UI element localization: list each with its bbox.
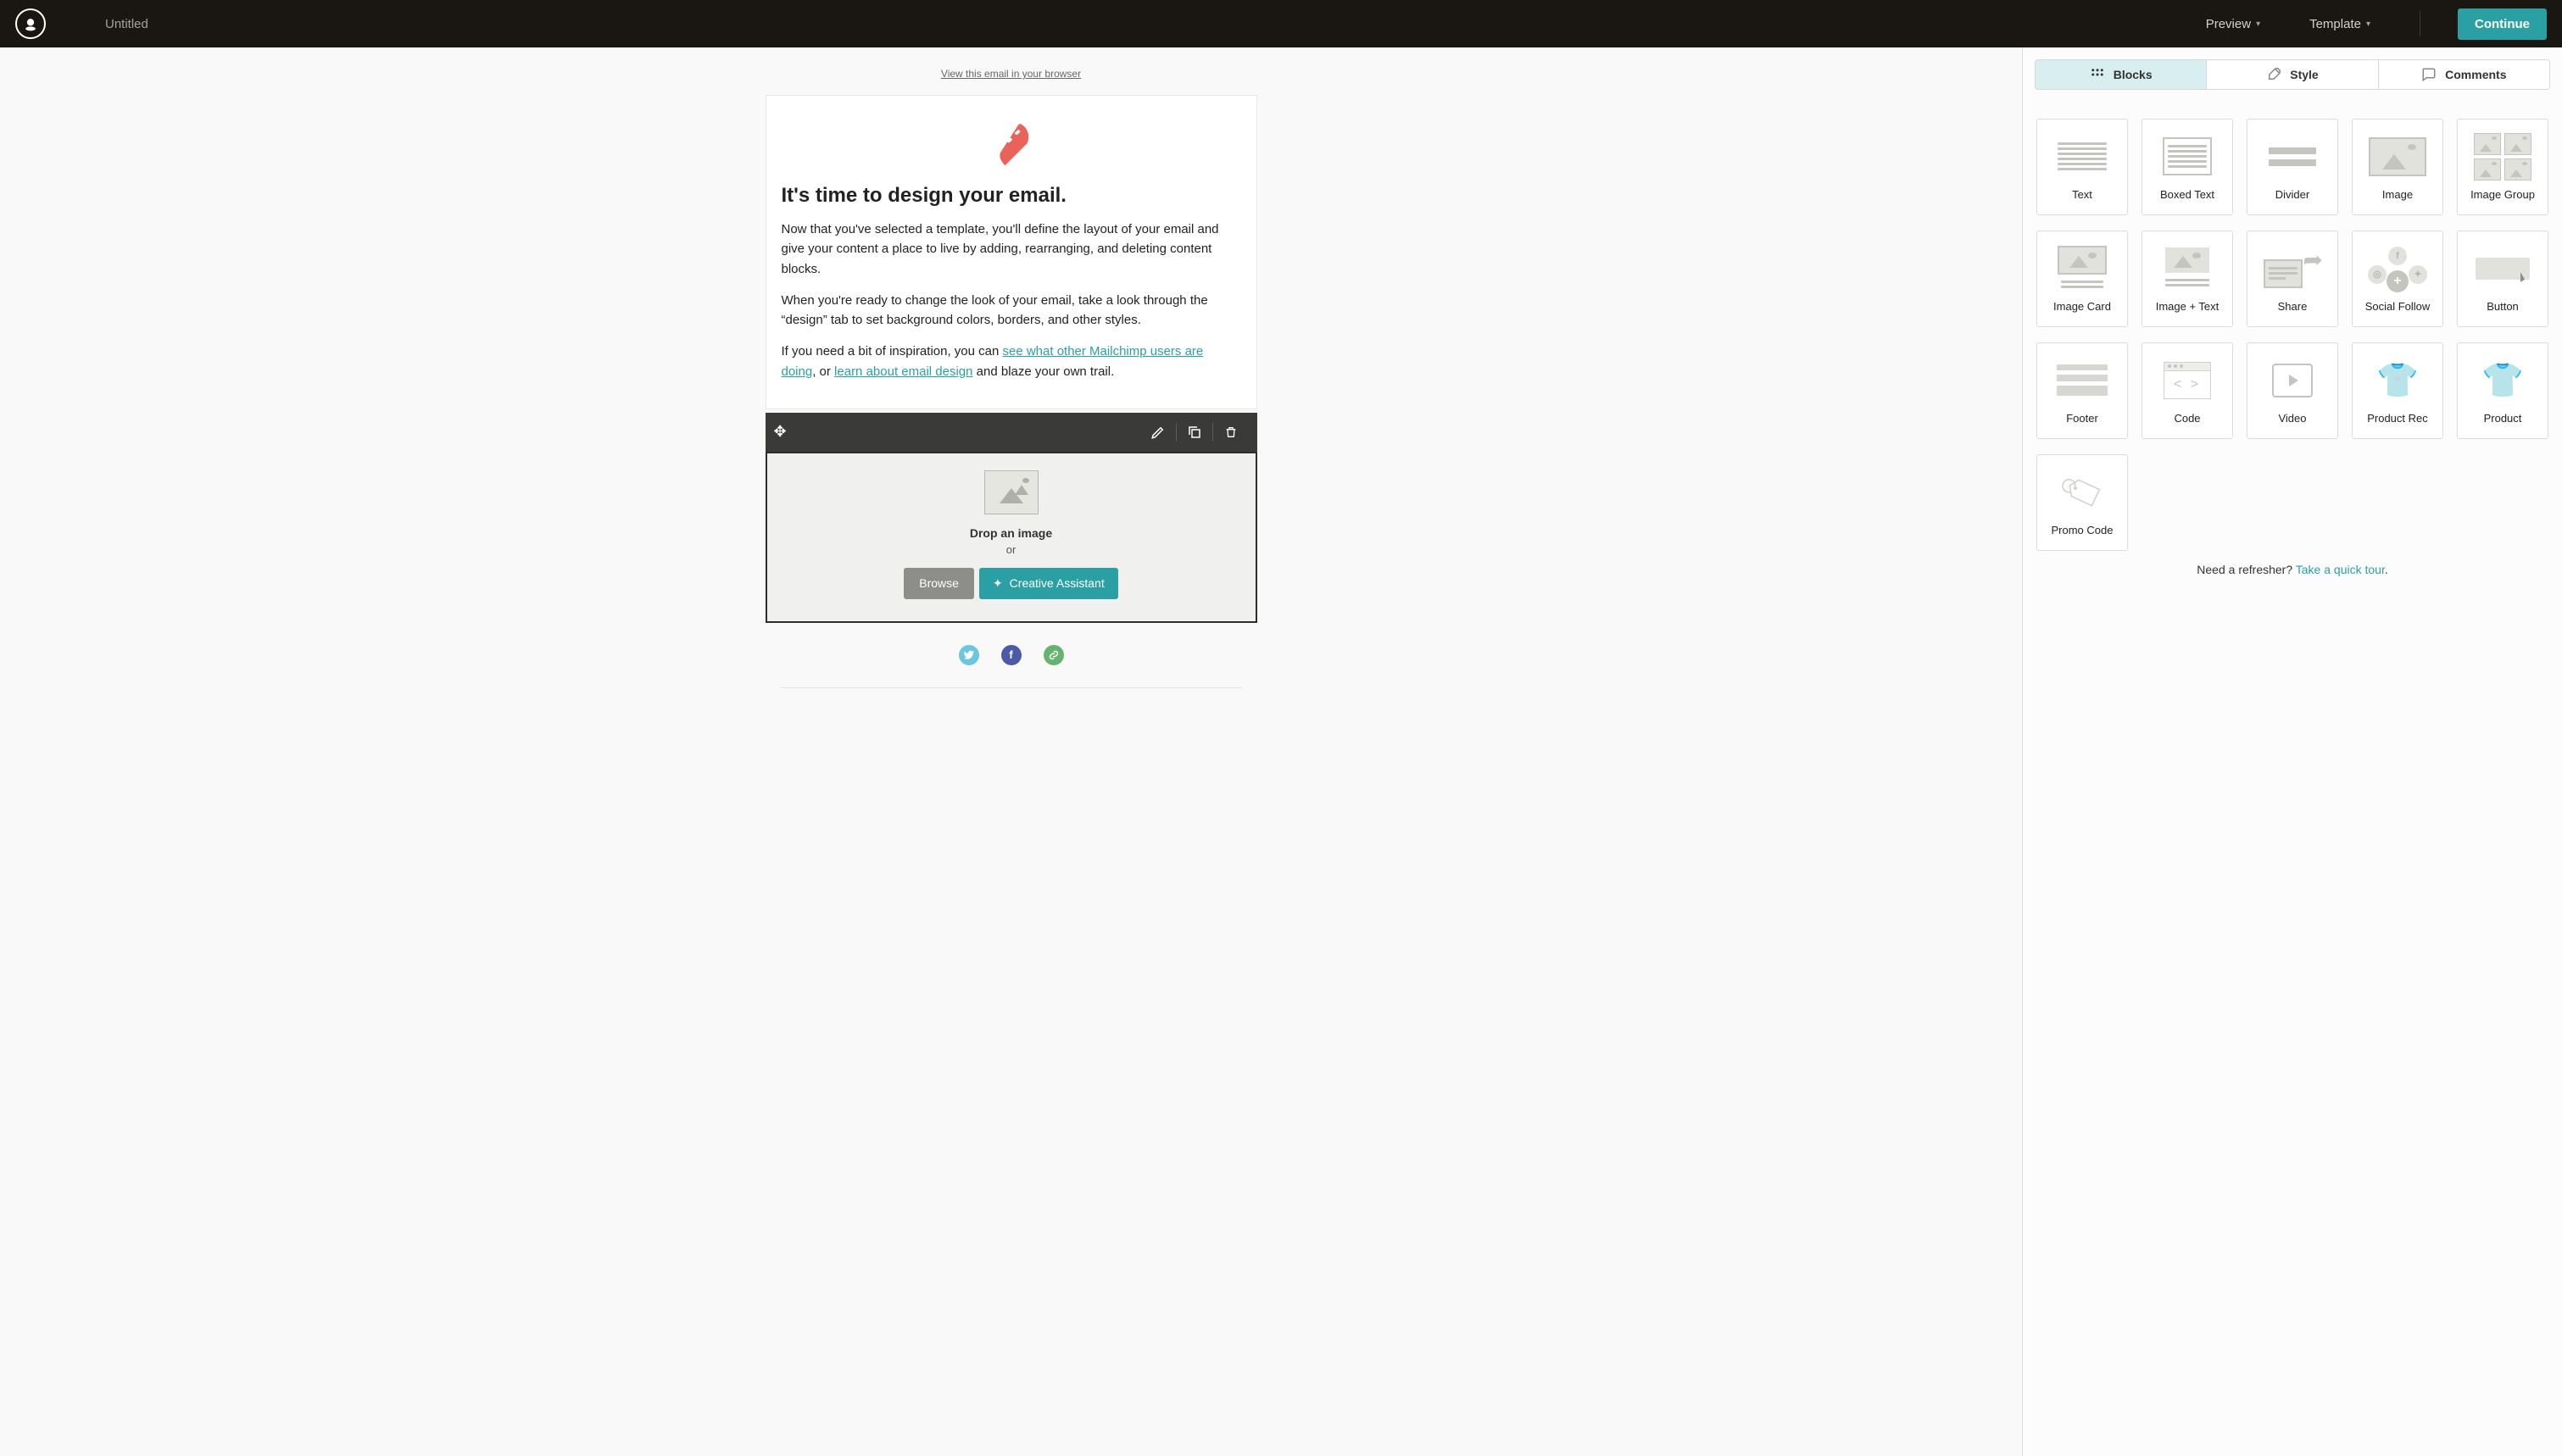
block-social-follow[interactable]: f◎✦+Social Follow xyxy=(2352,231,2443,327)
block-image-text[interactable]: Image + Text xyxy=(2141,231,2233,327)
blocks-grid: Text Boxed Text Divider Image Image Grou… xyxy=(2036,119,2548,551)
brush-icon xyxy=(2266,67,2281,82)
block-code[interactable]: < >Code xyxy=(2141,342,2233,439)
email-paragraph-1: Now that you've selected a template, you… xyxy=(782,220,1241,279)
email-canvas-column: View this email in your browser It's tim… xyxy=(0,47,2022,1456)
move-handle-icon[interactable]: ✥ xyxy=(774,423,787,441)
app-header: Untitled Preview ▾ Template ▾ Continue xyxy=(0,0,2562,47)
facebook-icon[interactable]: f xyxy=(1001,645,1022,665)
continue-button[interactable]: Continue xyxy=(2458,8,2547,40)
hero-icon xyxy=(782,118,1241,169)
creative-assistant-label: Creative Assistant xyxy=(1010,576,1105,590)
comment-icon xyxy=(2421,67,2437,82)
email-paragraph-3: If you need a bit of inspiration, you ca… xyxy=(782,342,1241,381)
dropzone-title: Drop an image xyxy=(970,526,1052,540)
dropzone-or: or xyxy=(1006,543,1016,556)
divider xyxy=(781,687,1242,688)
tab-comments-label: Comments xyxy=(2445,68,2506,81)
block-divider[interactable]: Divider xyxy=(2247,119,2338,215)
delete-button[interactable] xyxy=(1213,413,1249,452)
edit-button[interactable] xyxy=(1140,413,1176,452)
preview-label: Preview xyxy=(2206,17,2251,31)
twitter-icon[interactable] xyxy=(959,645,979,665)
social-follow-block[interactable]: f xyxy=(766,623,1257,687)
block-button[interactable]: Button xyxy=(2457,231,2548,327)
email-card[interactable]: It's time to design your email. Now that… xyxy=(766,95,1257,409)
sparkle-icon: ✦ xyxy=(993,576,1003,591)
browse-button[interactable]: Browse xyxy=(904,568,974,599)
tab-style-label: Style xyxy=(2290,68,2318,81)
duplicate-button[interactable] xyxy=(1177,413,1212,452)
block-image-group[interactable]: Image Group xyxy=(2457,119,2548,215)
side-tabs: Blocks Style Comments xyxy=(2035,59,2550,90)
tab-style[interactable]: Style xyxy=(2206,60,2377,89)
tab-blocks[interactable]: Blocks xyxy=(2036,60,2206,89)
link-icon[interactable] xyxy=(1044,645,1064,665)
quick-tour-link[interactable]: Take a quick tour xyxy=(2296,563,2385,576)
tab-blocks-label: Blocks xyxy=(2114,68,2153,81)
email-heading: It's time to design your email. xyxy=(782,184,1241,208)
view-in-browser-link[interactable]: View this email in your browser xyxy=(766,68,1257,80)
p3-mid: , or xyxy=(812,364,834,379)
p3-pre: If you need a bit of inspiration, you ca… xyxy=(782,344,1003,358)
block-video[interactable]: Video xyxy=(2247,342,2338,439)
email-paragraph-2: When you're ready to change the look of … xyxy=(782,291,1241,331)
refresher-footer: Need a refresher? Take a quick tour. xyxy=(2036,551,2548,598)
main-area: View this email in your browser It's tim… xyxy=(0,47,2562,1456)
chevron-down-icon: ▾ xyxy=(2366,19,2370,29)
chevron-down-icon: ▾ xyxy=(2256,19,2260,29)
selected-image-block[interactable]: ✥ Drop an image or xyxy=(766,413,1257,623)
block-image[interactable]: Image xyxy=(2352,119,2443,215)
p3-post: and blaze your own trail. xyxy=(973,364,1115,379)
template-menu[interactable]: Template ▾ xyxy=(2297,17,2382,31)
block-footer[interactable]: Footer xyxy=(2036,342,2128,439)
block-product-rec[interactable]: 👕Product Rec xyxy=(2352,342,2443,439)
block-toolbar: ✥ xyxy=(766,413,1257,452)
document-title[interactable]: Untitled xyxy=(105,17,148,31)
block-image-card[interactable]: Image Card xyxy=(2036,231,2128,327)
block-product[interactable]: 👕Product xyxy=(2457,342,2548,439)
block-promo-code[interactable]: 🏷Promo Code xyxy=(2036,454,2128,551)
blocks-area: Text Boxed Text Divider Image Image Grou… xyxy=(2023,102,2562,1456)
inspiration-link-2[interactable]: learn about email design xyxy=(834,364,972,379)
grid-icon xyxy=(2090,67,2105,82)
refresher-post: . xyxy=(2385,563,2388,576)
template-label: Template xyxy=(2309,17,2361,31)
tab-comments[interactable]: Comments xyxy=(2378,60,2549,89)
block-share[interactable]: ➦Share xyxy=(2247,231,2338,327)
side-panel: Blocks Style Comments Text Boxed Text Di… xyxy=(2022,47,2562,1456)
image-placeholder-icon xyxy=(984,470,1039,514)
refresher-pre: Need a refresher? xyxy=(2197,563,2295,576)
image-dropzone[interactable]: Drop an image or Browse ✦ Creative Assis… xyxy=(766,452,1257,623)
creative-assistant-button[interactable]: ✦ Creative Assistant xyxy=(979,568,1118,599)
block-text[interactable]: Text xyxy=(2036,119,2128,215)
preview-menu[interactable]: Preview ▾ xyxy=(2194,17,2272,31)
block-boxed-text[interactable]: Boxed Text xyxy=(2141,119,2233,215)
brand-logo[interactable] xyxy=(15,8,46,39)
